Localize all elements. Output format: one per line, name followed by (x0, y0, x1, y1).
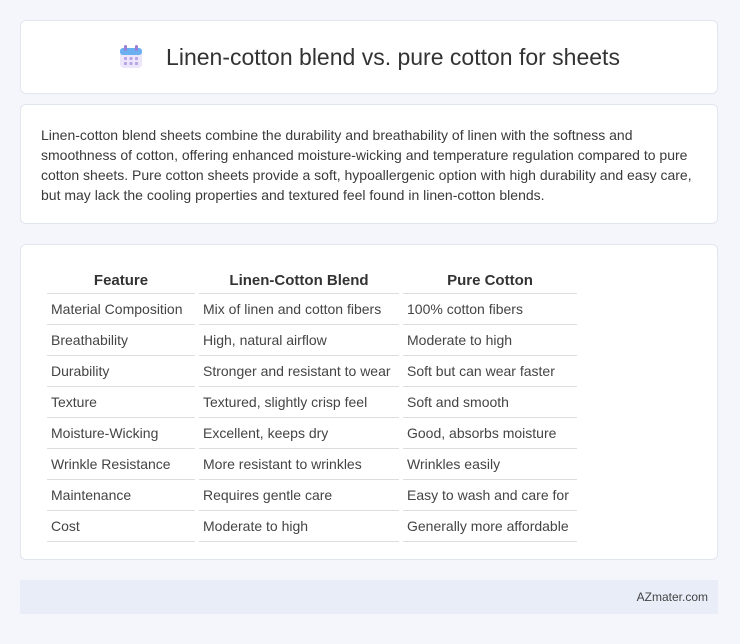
column-header-linen-cotton: Linen-Cotton Blend (199, 267, 399, 294)
table-cell: Moderate to high (403, 325, 577, 356)
table-cell: Material Composition (47, 294, 195, 325)
table-cell: Requires gentle care (199, 480, 399, 511)
table-row: Breathability High, natural airflow Mode… (47, 325, 577, 356)
table-cell: Textured, slightly crisp feel (199, 387, 399, 418)
title-wrap: Linen-cotton blend vs. pure cotton for s… (118, 44, 620, 71)
comparison-table-card: Feature Linen-Cotton Blend Pure Cotton M… (20, 244, 718, 560)
table-cell: 100% cotton fibers (403, 294, 577, 325)
table-cell: Generally more affordable (403, 511, 577, 542)
table-cell: Durability (47, 356, 195, 387)
table-cell: Moisture-Wicking (47, 418, 195, 449)
table-row: Durability Stronger and resistant to wea… (47, 356, 577, 387)
table-row: Material Composition Mix of linen and co… (47, 294, 577, 325)
page-title: Linen-cotton blend vs. pure cotton for s… (166, 43, 620, 70)
table-cell: Moderate to high (199, 511, 399, 542)
column-header-feature: Feature (47, 267, 195, 294)
table-cell: Excellent, keeps dry (199, 418, 399, 449)
table-cell: Breathability (47, 325, 195, 356)
table-cell: Soft but can wear faster (403, 356, 577, 387)
table-cell: Good, absorbs moisture (403, 418, 577, 449)
table-row: Texture Textured, slightly crisp feel So… (47, 387, 577, 418)
calendar-icon (118, 44, 144, 70)
table-cell: Wrinkle Resistance (47, 449, 195, 480)
table-row: Cost Moderate to high Generally more aff… (47, 511, 577, 542)
footer-brand: AZmater.com (636, 590, 708, 604)
table-cell: Easy to wash and care for (403, 480, 577, 511)
table-cell: High, natural airflow (199, 325, 399, 356)
table-cell: More resistant to wrinkles (199, 449, 399, 480)
title-card: Linen-cotton blend vs. pure cotton for s… (20, 20, 718, 94)
table-row: Wrinkle Resistance More resistant to wri… (47, 449, 577, 480)
table-row: Moisture-Wicking Excellent, keeps dry Go… (47, 418, 577, 449)
table-row: Maintenance Requires gentle care Easy to… (47, 480, 577, 511)
table-cell: Soft and smooth (403, 387, 577, 418)
table-header-row: Feature Linen-Cotton Blend Pure Cotton (47, 267, 577, 294)
table-cell: Texture (47, 387, 195, 418)
description-card: Linen-cotton blend sheets combine the du… (20, 104, 718, 224)
table-cell: Wrinkles easily (403, 449, 577, 480)
table-cell: Cost (47, 511, 195, 542)
table-cell: Maintenance (47, 480, 195, 511)
table-cell: Mix of linen and cotton fibers (199, 294, 399, 325)
comparison-table: Feature Linen-Cotton Blend Pure Cotton M… (43, 267, 581, 542)
description-text: Linen-cotton blend sheets combine the du… (41, 127, 692, 203)
column-header-pure-cotton: Pure Cotton (403, 267, 577, 294)
footer-bar: AZmater.com (20, 580, 718, 614)
table-cell: Stronger and resistant to wear (199, 356, 399, 387)
